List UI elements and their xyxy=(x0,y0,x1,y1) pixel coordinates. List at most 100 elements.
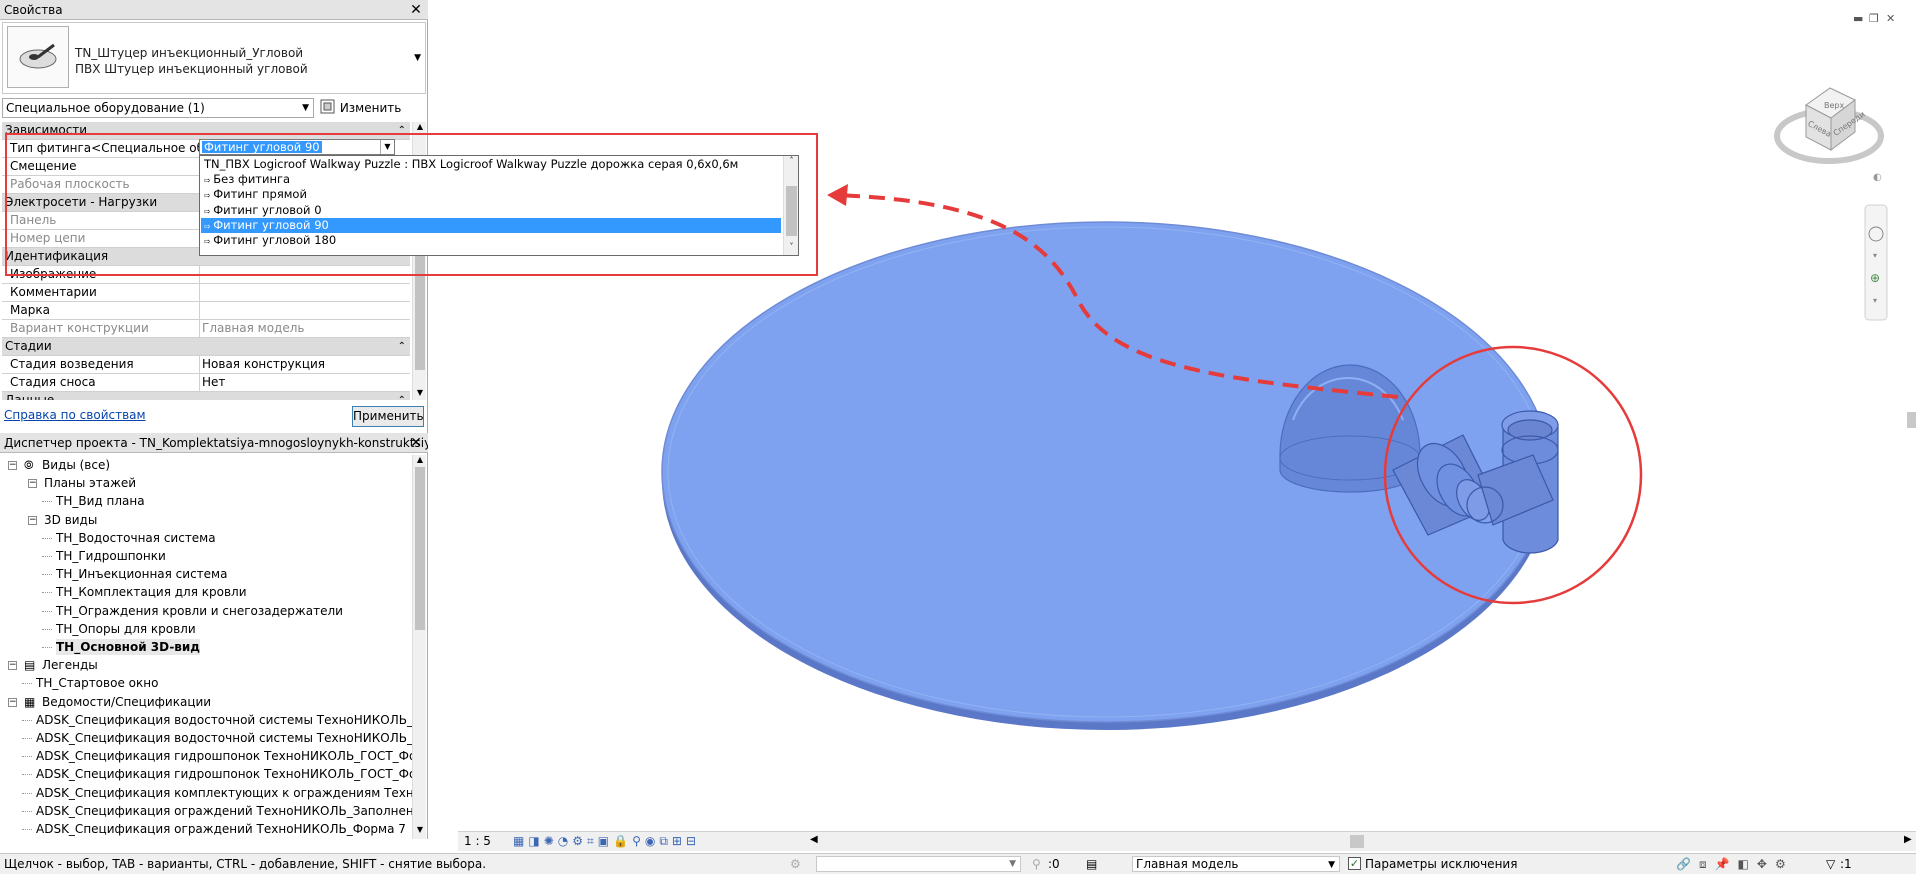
tree-item[interactable]: ADSK_Спецификация ограждений ТехноНИКОЛЬ… xyxy=(36,803,412,819)
analytical-model-icon[interactable]: ⊞ xyxy=(672,834,686,848)
property-value[interactable]: Нет xyxy=(202,374,225,391)
property-row[interactable]: Стадия сноса Нет xyxy=(2,374,410,392)
worksets-icon[interactable]: ⚙ xyxy=(790,854,801,874)
scrollbar-thumb[interactable] xyxy=(415,467,425,630)
temporary-hide-icon[interactable]: ⚲ xyxy=(632,834,645,848)
scroll-up-icon[interactable]: ▲ xyxy=(413,455,427,467)
3d-view-canvas[interactable]: ▬ ❐ ✕ Верх Слева Спереди ◐ ⊕ ▾ ▾ xyxy=(433,0,1916,832)
viewcube[interactable]: Верх Слева Спереди ◐ xyxy=(1774,87,1884,183)
tree-connector xyxy=(22,810,32,812)
type-selector[interactable]: TN_Штуцер инъекционный_Угловой ПВХ Штуце… xyxy=(2,22,426,94)
tree-collapse-icon[interactable]: − xyxy=(28,515,37,525)
select-pinned-icon[interactable]: 📌 xyxy=(1715,857,1738,871)
tree-item[interactable]: ТН_Основной 3D-вид xyxy=(56,639,200,655)
tree-item[interactable]: ADSK_Спецификация водосточной системы Те… xyxy=(36,730,412,746)
scroll-right-icon[interactable]: ▶ xyxy=(1904,834,1912,845)
exclusion-checkbox[interactable]: ✓ xyxy=(1348,857,1361,870)
collapse-icon[interactable]: ⌃ xyxy=(398,338,406,355)
design-options-icon[interactable]: ▤ xyxy=(1086,854,1097,874)
tree-item[interactable]: ТН_Инъекционная система xyxy=(56,566,227,582)
tree-item[interactable]: ADSK_Спецификация ограждений ТехноНИКОЛЬ… xyxy=(36,821,406,837)
tree-item[interactable]: ТН_Стартовое окно xyxy=(36,675,158,691)
shadows-icon[interactable]: ◔ xyxy=(558,834,572,848)
editable-only-icon[interactable]: ⚲ xyxy=(1032,854,1041,874)
chevron-down-icon[interactable]: ▾ xyxy=(1873,296,1877,305)
detail-level-icon[interactable]: ▦ xyxy=(513,834,528,848)
tree-collapse-icon[interactable]: − xyxy=(8,661,17,671)
drag-elements-icon[interactable]: ✥ xyxy=(1757,857,1775,871)
property-group-header[interactable]: Данные ⌃ xyxy=(2,392,410,400)
canvas-scroll-thumb[interactable] xyxy=(1907,412,1916,428)
tree-collapse-icon[interactable]: − xyxy=(8,697,17,707)
viewcube-home-icon[interactable]: ◐ xyxy=(1873,172,1882,183)
scroll-left-icon[interactable]: ◀ xyxy=(810,834,818,845)
tree-connector xyxy=(22,774,32,776)
view-scale[interactable]: 1 : 5 xyxy=(464,834,491,848)
tree-collapse-icon[interactable]: − xyxy=(28,479,37,489)
filter-icon[interactable]: ▽ xyxy=(1826,854,1835,874)
tree-item[interactable]: ТН_Гидрошпонки xyxy=(56,548,166,564)
tree-item[interactable]: ADSK_Спецификация гидрошпонок ТехноНИКОЛ… xyxy=(36,748,412,764)
chevron-down-icon[interactable]: ▾ xyxy=(1873,251,1877,260)
navigation-bar[interactable]: ⊕ ▾ ▾ xyxy=(1864,204,1888,321)
tree-item[interactable]: ТН_Ограждения кровли и снегозадержатели xyxy=(56,603,343,619)
crop-region-icon[interactable]: ▣ xyxy=(598,834,613,848)
minimize-icon[interactable]: ▬ xyxy=(1853,12,1863,25)
sun-path-icon[interactable]: ✺ xyxy=(544,834,558,848)
tree-item[interactable]: Легенды xyxy=(42,657,98,673)
tree-item[interactable]: 3D виды xyxy=(44,512,97,528)
edit-type-button[interactable]: Изменить тип xyxy=(320,98,424,135)
property-value[interactable]: Новая конструкция xyxy=(202,356,325,373)
tree-item[interactable]: ТН_Комплектация для кровли xyxy=(56,584,247,600)
close-icon[interactable]: ✕ xyxy=(409,433,423,453)
tree-collapse-icon[interactable]: − xyxy=(8,461,17,470)
property-group-header[interactable]: Стадии ⌃ xyxy=(2,338,410,356)
project-browser-title: Диспетчер проекта - TN_Komplektatsiya-mn… xyxy=(0,433,428,453)
scroll-down-icon[interactable]: ▼ xyxy=(413,825,427,837)
tree-item[interactable]: Виды (все) xyxy=(42,457,110,473)
property-row[interactable]: Комментарии xyxy=(2,284,410,302)
tree-item[interactable]: Планы этажей xyxy=(44,475,136,491)
scroll-down-icon[interactable]: ▼ xyxy=(413,388,427,400)
collapse-icon[interactable]: ⌃ xyxy=(398,392,406,400)
tree-item[interactable]: ТН_Водосточная система xyxy=(56,530,216,546)
close-icon[interactable]: ✕ xyxy=(409,0,423,20)
apply-button[interactable]: Применить xyxy=(352,406,424,427)
select-underlay-icon[interactable]: ⧈ xyxy=(1699,857,1715,871)
design-option-select[interactable]: Главная модель ▼ xyxy=(1132,856,1340,872)
reveal-hidden-icon[interactable]: ◉ xyxy=(645,834,659,848)
property-row[interactable]: Вариант конструкции Главная модель xyxy=(2,320,410,338)
category-filter-select[interactable]: Специальное оборудование (1) ▼ xyxy=(2,98,314,118)
properties-help-link[interactable]: Справка по свойствам xyxy=(4,408,146,422)
zoom-icon[interactable]: ⊕ xyxy=(1870,271,1880,285)
horizontal-scroll-thumb[interactable] xyxy=(1350,835,1364,848)
chevron-down-icon[interactable]: ▼ xyxy=(414,53,421,63)
property-value[interactable]: Главная модель xyxy=(202,320,304,337)
tree-item[interactable]: ADSK_Спецификация гидрошпонок ТехноНИКОЛ… xyxy=(36,766,412,782)
view-control-icons[interactable]: ▦◨✺◔⚙⌗▣🔒⚲◉⧉⊞⊟ xyxy=(513,834,700,849)
viewcube-face-top[interactable]: Верх xyxy=(1824,101,1844,110)
close-icon[interactable]: ✕ xyxy=(1886,12,1895,25)
tree-item[interactable]: ТН_Опоры для кровли xyxy=(56,621,196,637)
properties-title: Свойства xyxy=(0,0,428,20)
crop-icon[interactable]: ⌗ xyxy=(587,834,598,848)
tree-item[interactable]: ADSK_Спецификация водосточной системы Те… xyxy=(36,712,412,728)
visual-style-icon[interactable]: ◨ xyxy=(528,834,543,848)
property-row[interactable]: Марка xyxy=(2,302,410,320)
property-row[interactable]: Стадия возведения Новая конструкция xyxy=(2,356,410,374)
restore-icon[interactable]: ❐ xyxy=(1869,12,1879,25)
lock-icon[interactable]: 🔒 xyxy=(613,834,632,848)
tree-item[interactable]: ТН_Вид плана xyxy=(56,493,145,509)
view-window-controls[interactable]: ▬ ❐ ✕ xyxy=(1853,12,1895,25)
tree-item[interactable]: ADSK_Спецификация комплектующих к огражд… xyxy=(36,785,412,801)
select-by-face-icon[interactable]: ◧ xyxy=(1738,857,1757,871)
render-icon[interactable]: ⚙ xyxy=(572,834,587,848)
selection-toggle-icons[interactable]: 🔗⧈📌◧✥⚙ xyxy=(1676,854,1794,874)
project-browser-scrollbar[interactable]: ▲ ▼ xyxy=(412,455,426,839)
worksharing-icon[interactable]: ⧉ xyxy=(659,834,672,848)
background-processes-icon[interactable]: ⚙ xyxy=(1775,857,1794,871)
highlight-icon[interactable]: ⊟ xyxy=(686,834,700,848)
workset-select[interactable]: ▼ xyxy=(816,856,1021,872)
tree-item[interactable]: Ведомости/Спецификации xyxy=(42,694,211,710)
select-links-icon[interactable]: 🔗 xyxy=(1676,857,1699,871)
